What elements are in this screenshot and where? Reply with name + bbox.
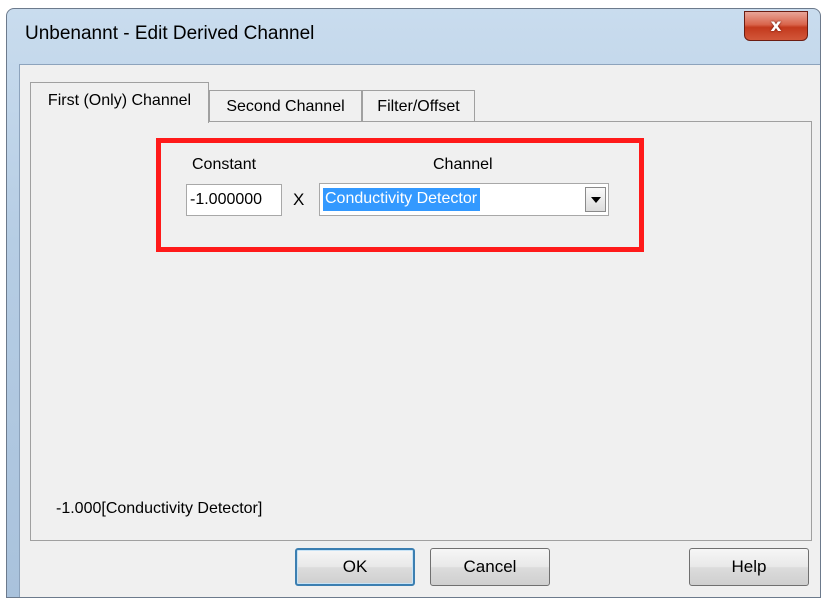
ok-button[interactable]: OK <box>295 548 415 586</box>
window-title: Unbenannt - Edit Derived Channel <box>25 23 315 44</box>
close-icon: x <box>770 16 782 36</box>
chevron-down-icon[interactable] <box>585 187 606 212</box>
tab-filter-offset[interactable]: Filter/Offset <box>362 90 475 122</box>
tab-first-channel[interactable]: First (Only) Channel <box>30 82 209 123</box>
close-button[interactable]: x <box>744 11 808 41</box>
help-button[interactable]: Help <box>689 548 809 586</box>
channel-label: Channel <box>433 156 493 173</box>
dialog-client-area: First (Only) Channel Second Channel Filt… <box>19 64 820 597</box>
channel-select-value: Conductivity Detector <box>323 188 481 211</box>
tab-second-channel[interactable]: Second Channel <box>209 90 362 122</box>
first-channel-panel: Constant Channel -1.000000 X Conductivit… <box>30 121 812 541</box>
channel-select[interactable]: Conductivity Detector <box>319 183 609 216</box>
constant-input[interactable]: -1.000000 <box>186 184 282 216</box>
formula-preview: -1.000[Conductivity Detector] <box>56 500 263 517</box>
cancel-button[interactable]: Cancel <box>430 548 550 586</box>
edit-derived-channel-dialog: Unbenannt - Edit Derived Channel x First… <box>6 8 821 598</box>
title-bar[interactable]: Unbenannt - Edit Derived Channel x <box>7 9 820 67</box>
constant-label: Constant <box>192 156 257 173</box>
multiply-symbol: X <box>293 190 305 209</box>
